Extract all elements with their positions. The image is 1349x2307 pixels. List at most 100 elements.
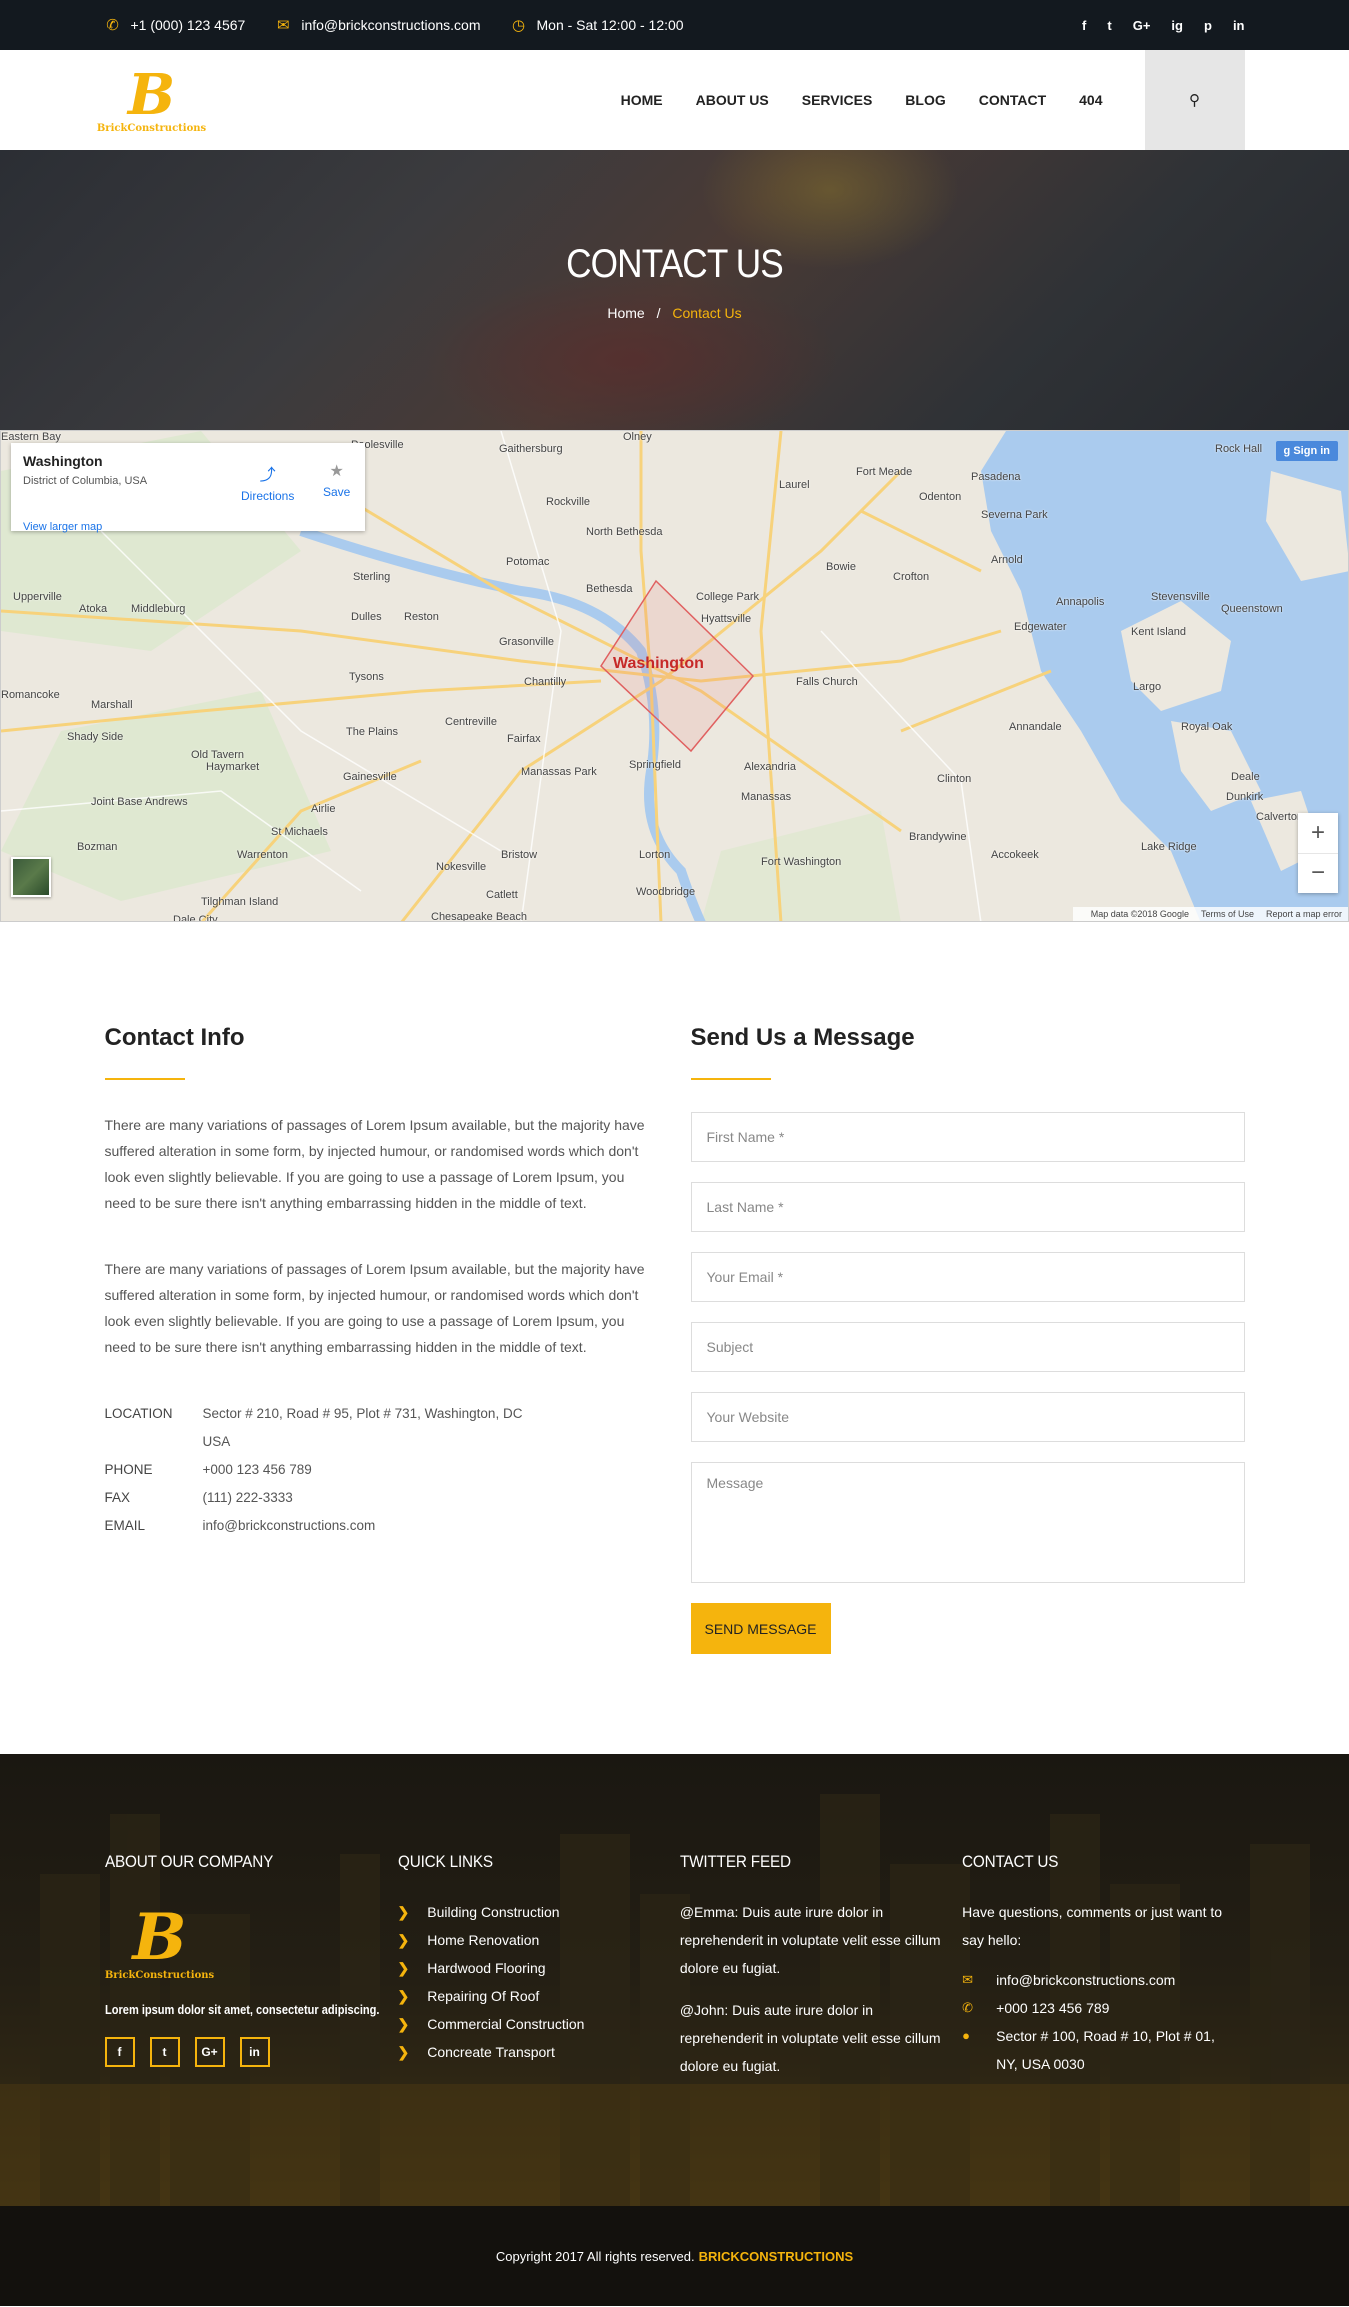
map-place-label: Old Tavern	[191, 749, 244, 761]
map-place-label: Catlett	[486, 889, 518, 901]
copyright-text: Copyright 2017 All rights reserved.	[495, 2248, 695, 2264]
subject-field[interactable]: Subject	[690, 1322, 1245, 1372]
map-place-label: Clinton	[937, 773, 972, 785]
footer-contact-email[interactable]: ✉ info@brickconstructions.com	[962, 1966, 1244, 1994]
nav-blog[interactable]: BLOG	[905, 92, 945, 108]
satellite-toggle[interactable]	[11, 857, 51, 897]
zoom-out-button[interactable]: −	[1298, 854, 1338, 894]
breadcrumb-separator: /	[656, 305, 661, 321]
message-field[interactable]: Message	[690, 1462, 1245, 1583]
twitter-icon[interactable]: t	[149, 2037, 180, 2067]
email-field[interactable]: Your Email *	[690, 1252, 1245, 1302]
breadcrumb: Home / Contact Us	[0, 305, 1349, 321]
footer-logo[interactable]: B BrickConstructions	[105, 1898, 215, 1988]
google-plus-icon[interactable]: G+	[194, 2037, 225, 2067]
map-place-label: Eastern Bay	[1, 431, 61, 443]
fax-label: FAX	[104, 1490, 131, 1505]
nav-about-us[interactable]: ABOUT US	[696, 92, 769, 108]
quick-link[interactable]: ❯ Repairing Of Roof	[398, 1982, 680, 2010]
instagram-icon[interactable]: ig	[1171, 18, 1183, 33]
email-value[interactable]: info@brickconstructions.com	[203, 1512, 533, 1540]
footer-logo-letter: B	[132, 1899, 187, 1975]
directions-icon: ⤴	[259, 467, 276, 484]
footer-address-text: Sector # 100, Road # 10, Plot # 01, NY, …	[996, 2028, 1215, 2072]
nav-services[interactable]: SERVICES	[802, 92, 873, 108]
contact-info-paragraph: There are many variations of passages of…	[104, 1261, 645, 1355]
map-place-label: Airlie	[311, 803, 336, 815]
quick-link[interactable]: ❯ Commercial Construction	[398, 2010, 680, 2038]
quick-link[interactable]: ❯ Building Construction	[398, 1898, 680, 1926]
map-place-label: Fairfax	[507, 733, 541, 745]
map-report-link[interactable]: Report a map error	[1266, 909, 1342, 919]
map-place-label: Arnold	[991, 554, 1023, 566]
zoom-in-button[interactable]: +	[1298, 813, 1338, 854]
twitter-icon[interactable]: t	[1107, 18, 1111, 33]
map-place-subtitle: District of Columbia, USA	[23, 475, 148, 487]
send-message-button[interactable]: SEND MESSAGE	[690, 1603, 831, 1654]
topbar-phone[interactable]: ✆ +1 (000) 123 4567	[105, 16, 245, 34]
pinterest-icon[interactable]: p	[1204, 18, 1212, 33]
message-form: Send Us a Message First Name * Last Name…	[690, 1024, 1245, 1654]
map-terms-link[interactable]: Terms of Use	[1201, 909, 1254, 919]
map-place-label: Bethesda	[586, 583, 633, 595]
map-place-label: Grasonville	[499, 636, 555, 648]
map-marker-icon: ●	[962, 2028, 971, 2043]
copyright-brand[interactable]: BRICKCONSTRUCTIONS	[699, 2249, 854, 2264]
footer-contact-phone[interactable]: ✆ +000 123 456 789	[962, 1994, 1244, 2022]
map-place-title: Washington	[23, 453, 103, 469]
nav-home[interactable]: HOME	[621, 92, 663, 108]
email-row: EMAIL info@brickconstructions.com	[105, 1512, 657, 1540]
contact-section: Contact Info There are many variations o…	[0, 922, 1349, 1754]
quick-link[interactable]: ❯ Concreate Transport	[398, 2038, 680, 2066]
map-place-label: Manassas	[741, 791, 792, 803]
last-name-field[interactable]: Last Name *	[690, 1182, 1245, 1232]
breadcrumb-home[interactable]: Home	[607, 305, 644, 321]
quick-link[interactable]: ❯ Home Renovation	[398, 1926, 680, 1954]
map-save-button[interactable]: ★ Save	[323, 461, 350, 499]
website-field[interactable]: Your Website	[690, 1392, 1245, 1442]
facebook-icon[interactable]: f	[104, 2037, 135, 2067]
map-place-label: Laurel	[779, 479, 810, 491]
map-place-label: The Plains	[346, 726, 398, 738]
map-place-label: Haymarket	[206, 761, 260, 773]
first-name-field[interactable]: First Name *	[690, 1112, 1245, 1162]
map-place-label: Dunkirk	[1226, 791, 1264, 803]
google-plus-icon[interactable]: G+	[1133, 18, 1151, 33]
map-place-label: North Bethesda	[586, 526, 663, 538]
facebook-icon[interactable]: f	[1082, 18, 1086, 33]
topbar-email[interactable]: ✉ info@brickconstructions.com	[275, 16, 480, 34]
topbar-email-text: info@brickconstructions.com	[301, 17, 481, 33]
chevron-right-icon: ❯	[397, 1988, 410, 2004]
google-map[interactable]: Washington Poolesville Gaithersburg Olney L…	[0, 430, 1349, 922]
map-place-label: Lorton	[639, 849, 671, 861]
search-button[interactable]: ⚲	[1144, 50, 1245, 150]
map-signin-button[interactable]: g Sign in	[1275, 441, 1338, 461]
nav-contact[interactable]: CONTACT	[979, 92, 1046, 108]
map-place-label: Calverton	[1256, 811, 1304, 823]
view-larger-map-link[interactable]: View larger map	[23, 521, 102, 533]
map-place-label: Reston	[404, 611, 439, 623]
footer-contact: CONTACT US Have questions, comments or j…	[962, 1852, 1244, 2094]
chevron-right-icon: ❯	[397, 1960, 410, 1976]
quick-link-label: Repairing Of Roof	[427, 1988, 540, 2004]
clock-icon: ◷	[511, 17, 526, 34]
map-place-label: Brandywine	[909, 831, 967, 843]
map-place-label: Deale	[1231, 771, 1260, 783]
map-place-label: Shady Side	[67, 731, 124, 743]
fax-row: FAX (111) 222-3333	[105, 1484, 657, 1512]
quick-link[interactable]: ❯ Hardwood Flooring	[398, 1954, 680, 1982]
map-place-label: Dulles	[351, 611, 382, 623]
map-directions-button[interactable]: ⤴ Directions	[241, 461, 294, 503]
map-place-label: Falls Church	[796, 676, 858, 688]
header: B BrickConstructions HOME ABOUT US SERVI…	[0, 50, 1349, 150]
linkedin-icon[interactable]: in	[1233, 18, 1245, 33]
footer-links-title: QUICK LINKS	[397, 1852, 493, 1871]
logo[interactable]: B BrickConstructions	[97, 60, 206, 140]
breadcrumb-current: Contact Us	[672, 305, 742, 321]
chevron-right-icon: ❯	[397, 2016, 410, 2032]
map-place-label: Rockville	[546, 496, 591, 508]
linkedin-icon[interactable]: in	[239, 2037, 270, 2067]
map-place-label: St Michaels	[271, 826, 328, 838]
nav-404[interactable]: 404	[1079, 92, 1102, 108]
main-nav: HOME ABOUT US SERVICES BLOG CONTACT 404 …	[588, 50, 1245, 150]
